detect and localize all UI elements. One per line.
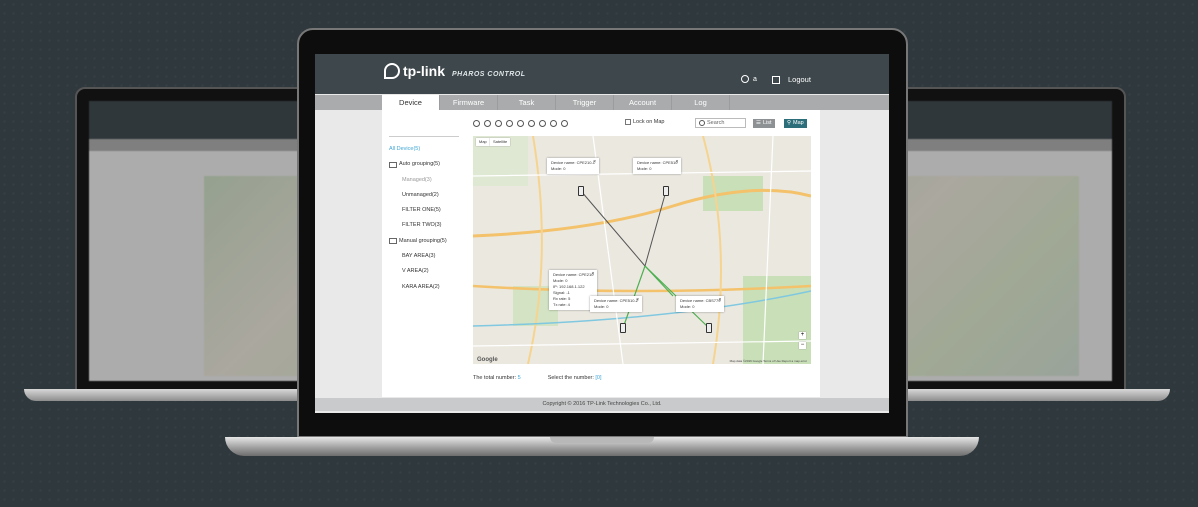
tab-log[interactable]: Log bbox=[672, 95, 730, 110]
app-header: tp-link PHAROS CONTROL a Logout bbox=[315, 54, 889, 94]
tree-managed[interactable]: Managed(3) bbox=[389, 173, 459, 188]
checkbox-icon bbox=[625, 119, 631, 125]
map-type-map[interactable]: Map bbox=[476, 138, 490, 146]
map-pin-icon: ⚲ bbox=[787, 120, 792, 126]
tp-link-mark-icon bbox=[384, 63, 400, 79]
map-view-button[interactable]: ⚲ Map bbox=[784, 119, 807, 128]
main-laptop-notch bbox=[550, 437, 654, 443]
device-content: All Device(5) Auto grouping(5) Managed(3… bbox=[382, 110, 820, 397]
tree-bay-area[interactable]: BAY AREA(3) bbox=[389, 249, 459, 264]
search-input[interactable]: Search bbox=[695, 118, 746, 128]
tree-auto-grouping[interactable]: Auto grouping(5) bbox=[389, 157, 459, 172]
product-name: PHAROS CONTROL bbox=[452, 71, 526, 78]
close-icon[interactable]: × bbox=[593, 159, 596, 165]
refresh-icon[interactable] bbox=[539, 120, 546, 127]
plus-icon[interactable] bbox=[484, 120, 491, 127]
user-menu[interactable]: a bbox=[741, 75, 757, 83]
list-icon: ☰ bbox=[756, 120, 761, 126]
list-view-button[interactable]: ☰ List bbox=[753, 119, 775, 128]
device-popup: × Device name: CPE510 Mode: 0 bbox=[633, 158, 682, 174]
reboot-icon[interactable] bbox=[561, 120, 568, 127]
download-icon[interactable] bbox=[528, 120, 535, 127]
map-toolbar bbox=[473, 120, 568, 127]
tab-task[interactable]: Task bbox=[498, 95, 556, 110]
tree-all-device[interactable]: All Device(5) bbox=[389, 142, 459, 157]
device-marker[interactable] bbox=[620, 323, 626, 333]
logo-text: tp-link bbox=[403, 63, 445, 79]
google-logo: Google bbox=[477, 357, 498, 363]
zoom-out-button[interactable]: − bbox=[799, 342, 806, 349]
device-popup: × Device name: CPE510-2 Mode: 0 bbox=[590, 296, 643, 312]
tree-filter-two[interactable]: FILTER TWO(3) bbox=[389, 218, 459, 233]
zoom-in-button[interactable]: + bbox=[799, 332, 806, 339]
tab-firmware[interactable]: Firmware bbox=[440, 95, 498, 110]
search-icon bbox=[699, 120, 705, 126]
close-icon[interactable]: × bbox=[719, 297, 722, 303]
close-icon[interactable]: × bbox=[676, 159, 679, 165]
logout-label: Logout bbox=[788, 75, 811, 84]
folder-icon bbox=[389, 161, 397, 168]
total-number: The total number: 5 bbox=[473, 375, 521, 381]
tab-device[interactable]: Device bbox=[382, 95, 440, 110]
tree-v-area[interactable]: V AREA(2) bbox=[389, 264, 459, 279]
user-icon bbox=[741, 75, 749, 83]
app-screen: tp-link PHAROS CONTROL a Logout Device F… bbox=[315, 54, 889, 413]
logout-icon bbox=[772, 75, 780, 84]
close-icon[interactable]: × bbox=[592, 271, 595, 277]
device-marker[interactable] bbox=[578, 186, 584, 196]
edit-icon[interactable] bbox=[506, 120, 513, 127]
device-map[interactable]: Map Satellite × Device name: CPE210-1 Mo… bbox=[473, 136, 811, 364]
logout-button[interactable]: Logout bbox=[772, 75, 811, 84]
map-attribution: Map data ©2016 Google Terms of Use Repor… bbox=[729, 359, 807, 363]
upload-icon[interactable] bbox=[517, 120, 524, 127]
device-popup: × Device name: CBS779 Mode: 0 bbox=[676, 296, 725, 312]
device-popup: × Device name: CPE210-1 Mode: 0 bbox=[547, 158, 600, 174]
tab-account[interactable]: Account bbox=[614, 95, 672, 110]
user-name: a bbox=[753, 75, 757, 83]
remove-icon[interactable] bbox=[495, 120, 502, 127]
device-group-tree: All Device(5) Auto grouping(5) Managed(3… bbox=[389, 136, 459, 295]
main-laptop: tp-link PHAROS CONTROL a Logout Device F… bbox=[297, 28, 908, 438]
tree-manual-grouping[interactable]: Manual grouping(5) bbox=[389, 234, 459, 249]
tree-kara-area[interactable]: KARA AREA(2) bbox=[389, 280, 459, 295]
folder-icon bbox=[389, 238, 397, 245]
main-tabs: Device Firmware Task Trigger Account Log bbox=[315, 95, 889, 110]
tree-filter-one[interactable]: FILTER ONE(5) bbox=[389, 203, 459, 218]
minus-icon[interactable] bbox=[473, 120, 480, 127]
select-number: Select the number: [0] bbox=[547, 375, 602, 381]
lock-on-map-toggle[interactable]: Lock on Map bbox=[625, 119, 665, 125]
tp-link-logo: tp-link bbox=[384, 63, 445, 79]
list-footer: The total number: 5 Select the number: [… bbox=[473, 375, 602, 381]
device-marker[interactable] bbox=[663, 186, 669, 196]
tab-trigger[interactable]: Trigger bbox=[556, 95, 614, 110]
copyright-footer: Copyright © 2016 TP-Link Technologies Co… bbox=[315, 398, 889, 411]
device-marker[interactable] bbox=[706, 323, 712, 333]
tree-unmanaged[interactable]: Unmanaged(2) bbox=[389, 188, 459, 203]
map-type-satellite[interactable]: Satellite bbox=[490, 138, 511, 146]
settings-icon[interactable] bbox=[550, 120, 557, 127]
close-icon[interactable]: × bbox=[636, 297, 639, 303]
